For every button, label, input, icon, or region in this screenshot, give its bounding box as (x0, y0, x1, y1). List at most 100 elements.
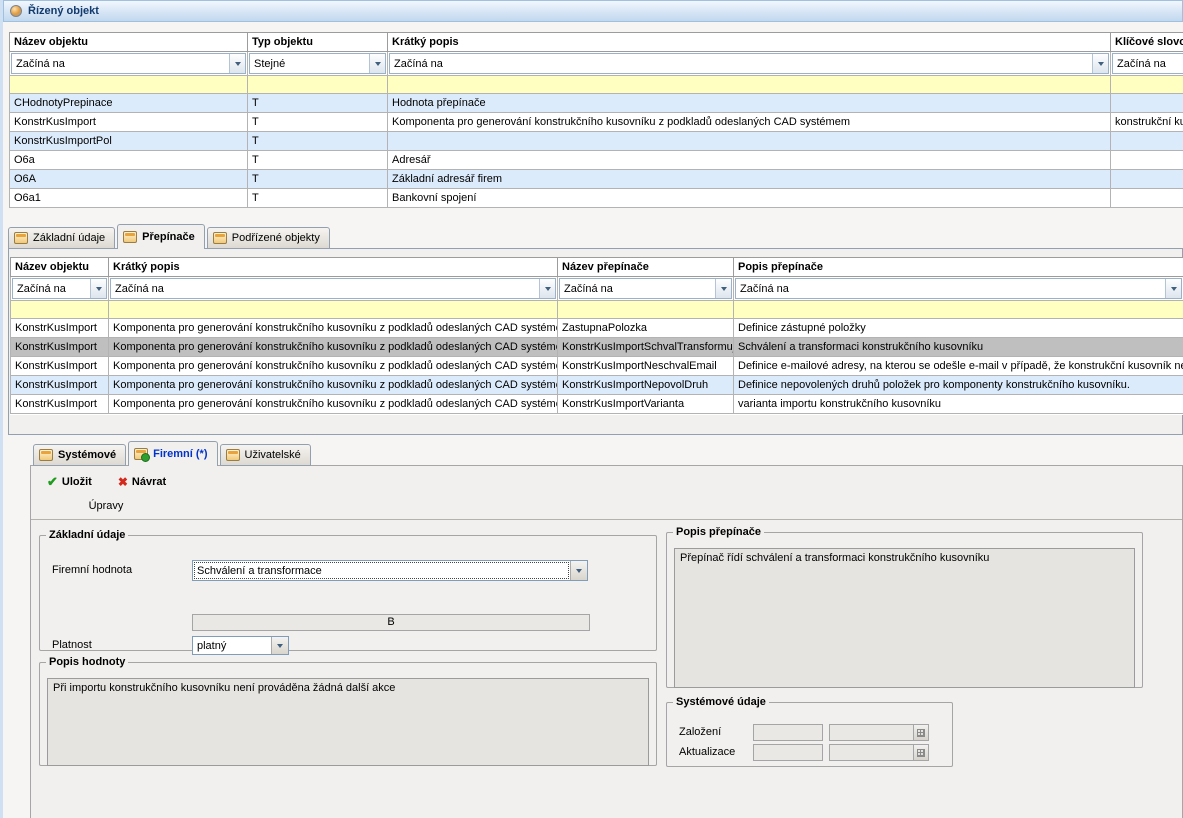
cell: O6A (10, 170, 248, 189)
firemni-hodnota-label: Firemní hodnota (52, 564, 132, 576)
tab-podrizene-objekty[interactable]: Podřízené objekty (207, 227, 330, 249)
quick-filter-cell[interactable] (10, 76, 248, 94)
chevron-down-icon[interactable] (229, 54, 245, 73)
tab-zakladni-udaje[interactable]: Základní údaje (8, 227, 115, 249)
value-scope-tabs: Systémové Firemní (*) Uživatelské (33, 441, 313, 466)
cell: Definice e-mailové adresy, na kterou se … (734, 357, 1183, 376)
groupbox-title: Popis hodnoty (46, 656, 128, 668)
tab-label: Přepínače (142, 231, 195, 243)
tab-prepinace[interactable]: Přepínače (117, 224, 205, 249)
tab-systemove[interactable]: Systémové (33, 444, 126, 466)
window-title: Řízený objekt (28, 5, 99, 17)
cell: Komponenta pro generování konstrukčního … (388, 113, 1111, 132)
table-row[interactable]: KonstrKusImportPolT (10, 132, 1183, 151)
quick-filter-cell[interactable] (388, 76, 1111, 94)
filter-combo-typ[interactable]: Stejné (248, 52, 388, 76)
chevron-down-icon[interactable] (271, 637, 288, 654)
column-header-kratky-popis[interactable]: Krátký popis (388, 33, 1111, 52)
platnost-select[interactable]: platný (192, 636, 289, 655)
column-header-klicove-slovo[interactable]: Klíčové slovo (1111, 33, 1183, 52)
filter-combo-popis[interactable]: Začíná na (109, 277, 558, 301)
cell: Komponenta pro generování konstrukčního … (109, 338, 558, 357)
chevron-down-icon[interactable] (539, 279, 555, 298)
aktualizace-date-field (753, 744, 823, 761)
table-row[interactable]: KonstrKusImportKomponenta pro generování… (11, 395, 1183, 414)
quick-filter-cell[interactable] (109, 301, 558, 319)
column-header-kratky-popis[interactable]: Krátký popis (109, 258, 558, 277)
table-row[interactable]: KonstrKusImportTKomponenta pro generován… (10, 113, 1183, 132)
back-button-label: Návrat (132, 476, 166, 488)
filter-combo-popis[interactable]: Začíná na (388, 52, 1111, 76)
form-icon (123, 231, 137, 243)
platnost-value: platný (193, 637, 271, 654)
back-button[interactable]: ✖ Návrat (114, 473, 170, 491)
filter-combo-popis-prepinace[interactable]: Začíná na (734, 277, 1183, 301)
toolbar-separator (31, 519, 1182, 520)
check-icon: ✔ (47, 474, 58, 490)
filter-combo-klicove[interactable]: Začíná na (1111, 52, 1183, 76)
column-header-popis-prepinace[interactable]: Popis přepínače (734, 258, 1183, 277)
filter-value: Začíná na (111, 279, 539, 298)
form-icon (213, 232, 227, 244)
column-header-nazev-objektu[interactable]: Název objektu (10, 33, 248, 52)
table-row[interactable]: KonstrKusImportKomponenta pro generování… (11, 319, 1183, 338)
filter-row: Začíná na Začíná na Začíná na Začíná na (11, 277, 1183, 301)
chevron-down-icon[interactable] (570, 561, 587, 580)
toolbar: ✔ Uložit ✖ Návrat (43, 472, 170, 492)
form-icon (134, 448, 148, 460)
table-row[interactable]: CHodnotyPrepinaceTHodnota přepínače (10, 94, 1183, 113)
table-row[interactable]: KonstrKusImportKomponenta pro generování… (11, 357, 1183, 376)
cell: KonstrKusImportNeschvalEmail (558, 357, 734, 376)
quick-filter-cell[interactable] (248, 76, 388, 94)
cell: T (248, 189, 388, 208)
header-row: Název objektu Typ objektu Krátký popis K… (10, 33, 1183, 52)
tab-uzivatelske[interactable]: Uživatelské (220, 444, 311, 466)
objects-grid: Název objektu Typ objektu Krátký popis K… (9, 32, 1183, 208)
table-row-selected[interactable]: KonstrKusImportKomponenta pro generování… (11, 338, 1183, 357)
cell: KonstrKusImport (11, 376, 109, 395)
quick-filter-cell[interactable] (558, 301, 734, 319)
cell: KonstrKusImportVarianta (558, 395, 734, 414)
header-row: Název objektu Krátký popis Název přepína… (11, 258, 1183, 277)
table-row[interactable]: O6a1TBankovní spojení (10, 189, 1183, 208)
cell: T (248, 151, 388, 170)
cell: Adresář (388, 151, 1111, 170)
form-icon (226, 449, 240, 461)
detail-tabs: Základní údaje Přepínače Podřízené objek… (8, 224, 332, 249)
popis-hodnoty-groupbox: Popis hodnoty Při importu konstrukčního … (39, 656, 657, 766)
column-header-nazev-prepinace[interactable]: Název přepínače (558, 258, 734, 277)
cell: Základní adresář firem (388, 170, 1111, 189)
cell: ZastupnaPolozka (558, 319, 734, 338)
firemni-hodnota-select[interactable]: Schválení a transformace (192, 560, 588, 581)
cell: Komponenta pro generování konstrukčního … (109, 395, 558, 414)
column-header-nazev-objektu[interactable]: Název objektu (11, 258, 109, 277)
column-header-typ-objektu[interactable]: Typ objektu (248, 33, 388, 52)
table-row[interactable]: O6ATZákladní adresář firem (10, 170, 1183, 189)
filter-value: Začíná na (13, 279, 90, 298)
filter-combo-nazev[interactable]: Začíná na (10, 52, 248, 76)
groupbox-title: Popis přepínače (673, 526, 764, 538)
tab-firemni[interactable]: Firemní (*) (128, 441, 217, 466)
cross-icon: ✖ (118, 475, 128, 489)
firemni-tab-panel: ✔ Uložit ✖ Návrat Úpravy Základní údaje … (30, 465, 1183, 818)
tab-label: Základní údaje (33, 232, 105, 244)
chevron-down-icon[interactable] (90, 279, 106, 298)
chevron-down-icon[interactable] (369, 54, 385, 73)
lookup-button[interactable] (913, 745, 928, 760)
quick-filter-cell[interactable] (1111, 76, 1183, 94)
table-row[interactable]: O6aTAdresář (10, 151, 1183, 170)
filter-combo-nazev-prepinace[interactable]: Začíná na (558, 277, 734, 301)
quick-filter-cell[interactable] (11, 301, 109, 319)
platnost-label: Platnost (52, 639, 92, 651)
quick-filter-cell[interactable] (734, 301, 1183, 319)
table-row[interactable]: KonstrKusImportKomponenta pro generování… (11, 376, 1183, 395)
filter-combo-nazev[interactable]: Začíná na (11, 277, 109, 301)
save-button[interactable]: ✔ Uložit (43, 472, 96, 492)
chevron-down-icon[interactable] (1092, 54, 1108, 73)
chevron-down-icon[interactable] (715, 279, 731, 298)
groupbox-title: Základní údaje (46, 529, 128, 541)
lookup-button[interactable] (913, 725, 928, 740)
window-frame (0, 0, 3, 818)
cell (388, 132, 1111, 151)
chevron-down-icon[interactable] (1165, 279, 1181, 298)
